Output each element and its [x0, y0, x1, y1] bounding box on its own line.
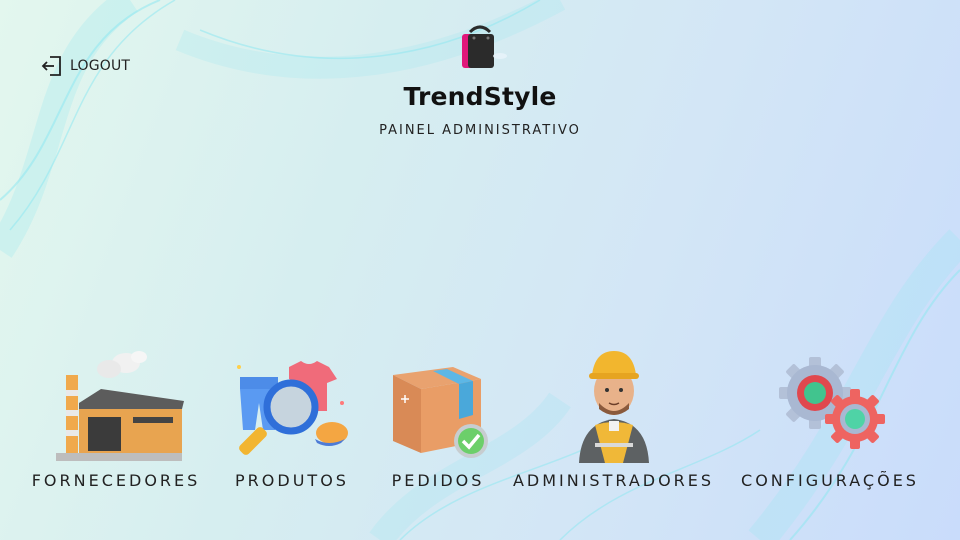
menu-item-configuracoes[interactable]: CONFIGURAÇÕES [740, 345, 920, 495]
menu-item-pedidos[interactable]: PEDIDOS [363, 345, 513, 495]
menu-label-pedidos: PEDIDOS [391, 471, 485, 490]
products-search-icon [237, 361, 348, 455]
brand-name: TrendStyle [403, 82, 557, 111]
menu-label-produtos: PRODUTOS [235, 471, 349, 490]
package-check-icon [393, 367, 488, 458]
menu-item-produtos[interactable]: PRODUTOS [217, 345, 367, 495]
brand-subtitle: PAINEL ADMINISTRATIVO [379, 123, 581, 138]
admin-menu: FORNECEDORES PRODUTOS PEDIDOS ADMINISTRA… [0, 345, 960, 505]
menu-label-fornecedores: FORNECEDORES [31, 471, 201, 490]
gears-icon [779, 357, 885, 449]
shopping-bag-logo-icon [462, 25, 507, 68]
factory-icon [56, 351, 184, 461]
brand-header: TrendStyle PAINEL ADMINISTRATIVO [0, 24, 960, 138]
menu-item-administradores[interactable]: ADMINISTRADORES [513, 345, 711, 495]
worker-icon [578, 351, 649, 463]
menu-label-administradores: ADMINISTRADORES [512, 471, 715, 490]
menu-label-configuracoes: CONFIGURAÇÕES [741, 471, 919, 490]
menu-item-fornecedores[interactable]: FORNECEDORES [32, 345, 197, 495]
